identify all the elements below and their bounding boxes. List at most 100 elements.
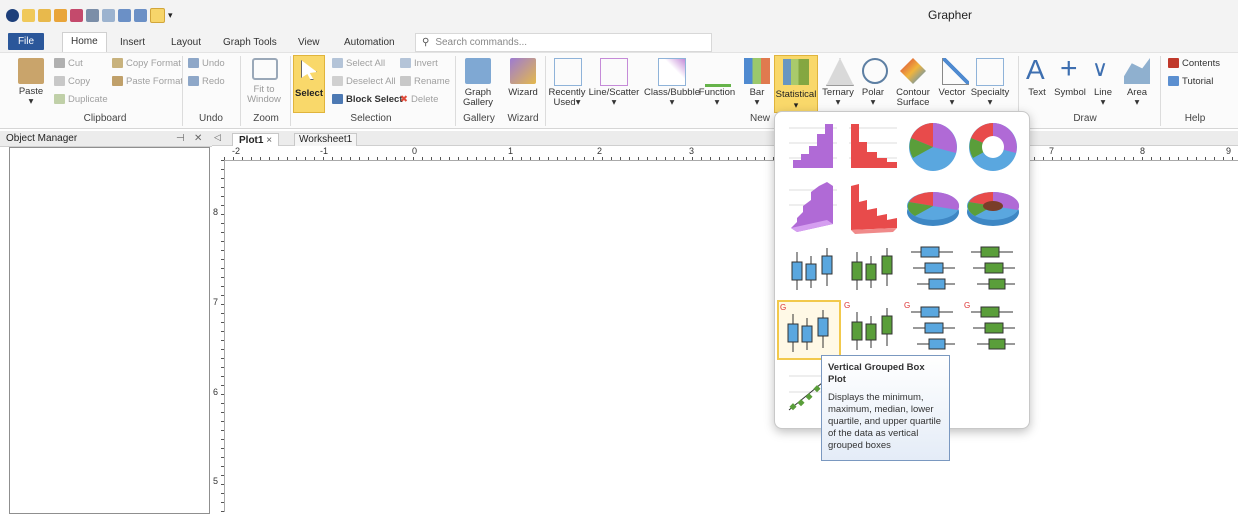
- cut-button[interactable]: Cut: [54, 58, 83, 69]
- bar-button[interactable]: Bar ▾: [740, 88, 774, 108]
- copy-button[interactable]: Copy: [54, 76, 90, 87]
- line-tool-icon: ∨: [1092, 56, 1109, 81]
- pie-chart-icon[interactable]: [903, 118, 963, 176]
- horizontal-grouped-box-plot-icon[interactable]: G: [903, 300, 963, 358]
- tab-plot1[interactable]: Plot1 ×: [232, 133, 280, 147]
- document-tab-bar: [212, 131, 1238, 146]
- block-select-icon: [332, 94, 343, 105]
- recently-used-button[interactable]: Recently Used▾: [548, 88, 586, 108]
- horizontal-grouped-box-plot-green-icon[interactable]: G: [963, 300, 1023, 358]
- paste-format-button[interactable]: Paste Format: [112, 76, 183, 87]
- tab-home[interactable]: Home: [62, 32, 107, 53]
- undo-button[interactable]: Undo: [188, 58, 225, 69]
- select-all-button[interactable]: Select All: [332, 58, 385, 69]
- ruler-label: -2: [232, 146, 241, 156]
- statistical-button[interactable]: Statistical ▾: [774, 55, 818, 113]
- plot-canvas[interactable]: [225, 161, 1238, 512]
- paste-button[interactable]: Paste ▾: [14, 87, 48, 107]
- tab-view[interactable]: View: [290, 34, 328, 52]
- 3d-histogram-icon[interactable]: [783, 178, 843, 236]
- select-button[interactable]: Select: [293, 55, 325, 113]
- close-icon[interactable]: ✕: [194, 131, 202, 146]
- 3d-pareto-icon[interactable]: [843, 178, 903, 236]
- polar-button[interactable]: Polar ▾: [856, 88, 890, 108]
- class-bubble-button[interactable]: Class/Bubble ▾: [642, 88, 702, 108]
- ruler-label: 2: [597, 146, 603, 156]
- contents-button[interactable]: Contents: [1168, 58, 1220, 69]
- recently-used-icon: [554, 58, 582, 86]
- pareto-icon[interactable]: [843, 118, 903, 176]
- vertical-box-plot-icon[interactable]: [783, 240, 843, 298]
- group-label-zoom: Zoom: [253, 113, 279, 124]
- line-button[interactable]: Line ▾: [1088, 88, 1118, 108]
- svg-text:G: G: [780, 303, 786, 312]
- ternary-button[interactable]: Ternary ▾: [820, 88, 856, 108]
- specialty-button[interactable]: Specialty ▾: [968, 88, 1012, 108]
- contents-book-icon: [1168, 58, 1179, 69]
- deselect-all-button[interactable]: Deselect All: [332, 76, 396, 87]
- doughnut-chart-icon[interactable]: [963, 118, 1023, 176]
- group-label-gallery: Gallery: [463, 113, 495, 124]
- tooltip-body: Displays the minimum, maximum, median, l…: [828, 392, 942, 451]
- redo-button[interactable]: Redo: [188, 76, 225, 87]
- vector-button[interactable]: Vector ▾: [934, 88, 970, 108]
- histogram-icon[interactable]: [783, 118, 843, 176]
- statistical-icon: [783, 59, 809, 85]
- select-all-icon: [332, 58, 343, 69]
- function-icon: [705, 58, 731, 87]
- close-tab-icon[interactable]: ×: [266, 135, 272, 146]
- cut-icon: [54, 58, 65, 69]
- tab-graph-tools[interactable]: Graph Tools: [215, 34, 285, 52]
- rename-button[interactable]: Rename: [400, 76, 450, 87]
- vertical-grouped-box-plot-icon[interactable]: G: [777, 300, 841, 360]
- pin-icon[interactable]: ⊣: [176, 131, 185, 146]
- tutorial-button[interactable]: Tutorial: [1168, 76, 1213, 87]
- divider: [240, 56, 241, 126]
- tab-file[interactable]: File: [8, 33, 44, 50]
- polar-icon: [862, 58, 888, 84]
- text-tool-icon: A: [1026, 54, 1045, 85]
- tab-insert[interactable]: Insert: [112, 34, 153, 52]
- contour-surface-button[interactable]: Contour Surface: [890, 88, 936, 108]
- tooltip: Vertical Grouped Box Plot Displays the m…: [821, 355, 950, 461]
- tab-scroll-left-icon[interactable]: ◁: [214, 132, 221, 143]
- 3d-pie-chart-icon[interactable]: [903, 178, 963, 236]
- paste-icon: [18, 58, 44, 84]
- symbol-button[interactable]: Symbol: [1052, 88, 1088, 98]
- cursor-icon: [301, 60, 317, 80]
- class-bubble-icon: [658, 58, 686, 86]
- delete-button[interactable]: ✖ Delete: [400, 94, 438, 105]
- delete-x-icon: ✖: [400, 94, 408, 105]
- copy-format-button[interactable]: Copy Format: [112, 58, 181, 69]
- wizard-button[interactable]: Wizard: [502, 88, 544, 98]
- svg-text:G: G: [904, 301, 910, 310]
- horizontal-box-plot-icon[interactable]: [903, 240, 963, 298]
- line-scatter-button[interactable]: Line/Scatter ▾: [588, 88, 640, 108]
- group-label-wizard: Wizard: [507, 113, 539, 124]
- block-select-button[interactable]: Block Select: [332, 94, 403, 105]
- 3d-doughnut-chart-icon[interactable]: [963, 178, 1023, 236]
- tab-layout[interactable]: Layout: [163, 34, 209, 52]
- svg-text:G: G: [844, 301, 850, 310]
- rename-icon: [400, 76, 411, 87]
- graph-gallery-button[interactable]: Graph Gallery: [460, 88, 496, 108]
- fit-to-window-button[interactable]: Fit to Window: [244, 85, 284, 105]
- object-manager-header: Object Manager ⊣ ✕: [0, 131, 212, 147]
- text-button[interactable]: Text: [1022, 88, 1052, 98]
- duplicate-button[interactable]: Duplicate: [54, 94, 108, 105]
- tab-worksheet1[interactable]: Worksheet1: [294, 133, 358, 147]
- search-commands-input[interactable]: ⚲ Search commands...: [415, 33, 712, 52]
- ruler-label: 5: [213, 476, 219, 486]
- tab-automation[interactable]: Automation: [336, 34, 403, 52]
- area-button[interactable]: Area ▾: [1120, 88, 1154, 108]
- vector-icon: [942, 58, 969, 85]
- group-label-selection: Selection: [350, 113, 392, 124]
- vertical-grouped-box-plot-green-icon[interactable]: G: [843, 300, 903, 358]
- object-manager-panel[interactable]: [9, 147, 210, 514]
- invert-button[interactable]: Invert: [400, 58, 438, 69]
- copy-icon: [54, 76, 65, 87]
- function-button[interactable]: Function ▾: [698, 88, 736, 108]
- vertical-box-plot-green-icon[interactable]: [843, 240, 903, 298]
- horizontal-box-plot-green-icon[interactable]: [963, 240, 1023, 298]
- search-icon: ⚲: [422, 37, 430, 48]
